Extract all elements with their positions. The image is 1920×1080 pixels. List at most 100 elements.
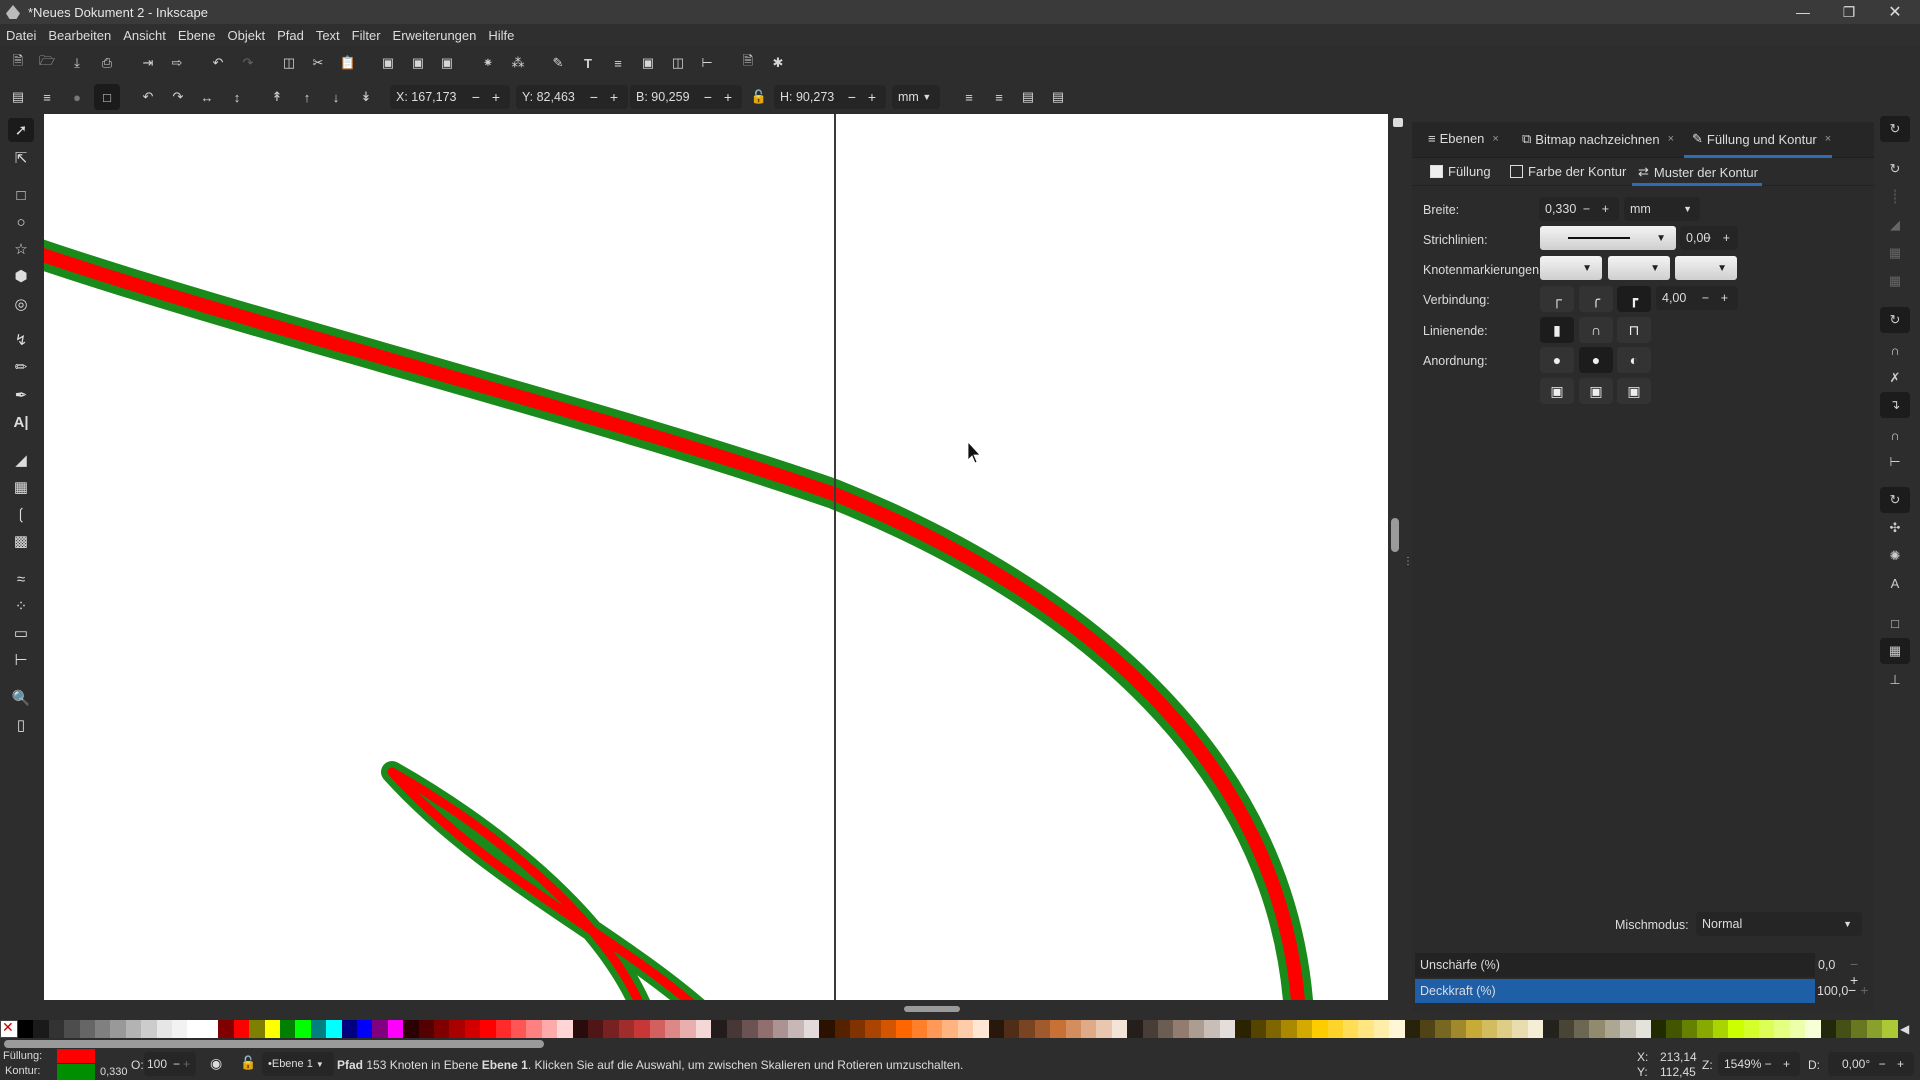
- color-swatch[interactable]: [1327, 1020, 1343, 1038]
- zoom-field[interactable]: 1549% − +: [1718, 1052, 1800, 1076]
- vertical-scroll-thumb[interactable]: [1391, 518, 1399, 552]
- color-swatch[interactable]: [141, 1020, 157, 1038]
- color-swatch[interactable]: [1866, 1020, 1883, 1038]
- color-swatch[interactable]: [1681, 1020, 1698, 1038]
- snap-toggle-icon[interactable]: ↻: [1880, 116, 1910, 142]
- color-swatch[interactable]: [634, 1020, 650, 1038]
- color-swatch[interactable]: [1188, 1020, 1205, 1038]
- subtab-muster-der-kontur[interactable]: ⇄ Muster der Kontur: [1638, 164, 1758, 180]
- color-swatch[interactable]: [1589, 1020, 1605, 1038]
- snap-path-intersection-icon[interactable]: ✗: [1880, 365, 1910, 391]
- color-swatch[interactable]: [1466, 1020, 1482, 1038]
- tweak-tool-icon[interactable]: ≈: [8, 567, 34, 591]
- import-icon[interactable]: ⇥: [137, 52, 159, 74]
- palette-menu-icon[interactable]: ◀: [1900, 1022, 1909, 1036]
- snap-text-baseline-icon[interactable]: A: [1880, 570, 1910, 596]
- close-tab-icon[interactable]: ×: [1492, 133, 1498, 145]
- color-swatch[interactable]: [1204, 1020, 1220, 1038]
- width-field[interactable]: B: 90,259 − +: [630, 85, 742, 109]
- minimize-button[interactable]: —: [1780, 0, 1826, 24]
- color-swatch[interactable]: [1127, 1020, 1143, 1038]
- y-coordinate-field[interactable]: Y: 82,463 − +: [516, 85, 628, 109]
- color-swatch[interactable]: [1512, 1020, 1528, 1038]
- node-tool-icon[interactable]: ⇱: [8, 146, 34, 170]
- color-swatch[interactable]: [1050, 1020, 1066, 1038]
- color-swatch[interactable]: [757, 1020, 773, 1038]
- menu-datei[interactable]: Datei: [6, 28, 36, 43]
- scroll-lock-icon[interactable]: [1393, 118, 1403, 127]
- transform-gradients-icon[interactable]: ▤: [1017, 86, 1039, 108]
- snap-page-border-icon[interactable]: □: [1880, 610, 1910, 636]
- rotate-cw-icon[interactable]: ↷: [167, 86, 189, 108]
- color-swatch[interactable]: [1342, 1020, 1359, 1038]
- x-value[interactable]: 167,173: [411, 90, 456, 104]
- stroke-width-indicator[interactable]: 0,330: [100, 1066, 128, 1078]
- color-swatch[interactable]: [1404, 1020, 1420, 1038]
- rotation-stepper[interactable]: − +: [1879, 1057, 1908, 1071]
- color-swatch[interactable]: [1789, 1020, 1806, 1038]
- ungroup-icon[interactable]: ⁂: [507, 52, 529, 74]
- dash-offset-stepper[interactable]: − +: [1704, 231, 1734, 245]
- color-swatch[interactable]: [48, 1020, 65, 1038]
- menu-erweiterungen[interactable]: Erweiterungen: [393, 28, 477, 43]
- color-swatch[interactable]: [326, 1020, 342, 1038]
- color-swatch[interactable]: [1882, 1020, 1898, 1038]
- 3d-box-tool-icon[interactable]: ⬢: [8, 264, 34, 288]
- color-swatch[interactable]: [1081, 1020, 1097, 1038]
- horizontal-scrollbar[interactable]: [44, 1000, 1388, 1018]
- color-swatch[interactable]: [495, 1020, 511, 1038]
- color-swatch[interactable]: [973, 1020, 989, 1038]
- color-swatch[interactable]: [1111, 1020, 1128, 1038]
- color-swatch[interactable]: [1835, 1020, 1852, 1038]
- dash-offset-field[interactable]: 0,00 − +: [1680, 226, 1738, 250]
- end-marker-select[interactable]: ▼: [1675, 256, 1737, 280]
- snap-rotation-center-icon[interactable]: ✺: [1880, 543, 1910, 569]
- x-coordinate-field[interactable]: X: 167,173 − +: [390, 85, 510, 109]
- color-swatch[interactable]: [249, 1020, 265, 1038]
- pencil-tool-icon[interactable]: ✏: [8, 355, 34, 379]
- blur-value[interactable]: 0,0: [1818, 958, 1835, 972]
- paint-order-stroke-markers-fill-button[interactable]: ▣: [1579, 378, 1613, 404]
- color-swatch[interactable]: [310, 1020, 327, 1038]
- snap-cusp-nodes-icon[interactable]: ∩: [1880, 337, 1910, 363]
- object-opacity-value[interactable]: 100: [147, 1057, 167, 1071]
- color-swatch[interactable]: [1173, 1020, 1189, 1038]
- color-swatch[interactable]: [557, 1020, 573, 1038]
- color-swatch[interactable]: [1851, 1020, 1867, 1038]
- square-cap-button[interactable]: ⊓: [1617, 317, 1651, 343]
- opacity-slider[interactable]: Deckkraft (%): [1415, 979, 1815, 1003]
- color-swatch[interactable]: [849, 1020, 866, 1038]
- color-swatch[interactable]: [1312, 1020, 1328, 1038]
- fill-stroke-icon[interactable]: ✎: [547, 52, 569, 74]
- redo-icon[interactable]: ↷: [237, 52, 259, 74]
- subtab-fuellung[interactable]: Füllung: [1430, 164, 1491, 179]
- color-swatch[interactable]: [95, 1020, 111, 1038]
- dropper-tool-icon[interactable]: ❲: [8, 502, 34, 526]
- print-icon[interactable]: ⎙: [96, 52, 118, 74]
- group-icon[interactable]: ⁕: [477, 52, 499, 74]
- color-swatch[interactable]: [1296, 1020, 1313, 1038]
- color-swatch[interactable]: [1620, 1020, 1636, 1038]
- color-swatch[interactable]: [1543, 1020, 1559, 1038]
- round-cap-button[interactable]: ∩: [1579, 317, 1613, 343]
- rectangle-tool-icon[interactable]: □: [8, 183, 34, 207]
- miter-join-button[interactable]: ┏: [1617, 286, 1651, 312]
- paint-order-stroke-fill-markers-button[interactable]: ●: [1579, 347, 1613, 373]
- blur-slider[interactable]: Unschärfe (%): [1415, 953, 1815, 977]
- flip-vertical-icon[interactable]: ↕: [226, 86, 248, 108]
- color-swatch[interactable]: [125, 1020, 142, 1038]
- stroke-unit-select[interactable]: mm ▼: [1624, 197, 1700, 221]
- color-swatch[interactable]: [942, 1020, 958, 1038]
- snap-nodes-icon[interactable]: ↻: [1880, 307, 1910, 333]
- menu-filter[interactable]: Filter: [352, 28, 381, 43]
- color-swatch[interactable]: [1712, 1020, 1729, 1038]
- spiral-tool-icon[interactable]: ◎: [8, 292, 34, 316]
- open-document-icon[interactable]: 🗁: [36, 52, 58, 74]
- color-swatch[interactable]: [64, 1020, 80, 1038]
- color-swatch[interactable]: [1265, 1020, 1282, 1038]
- color-swatch[interactable]: [1034, 1020, 1051, 1038]
- color-swatch[interactable]: [480, 1020, 496, 1038]
- no-paint-swatch[interactable]: ✕: [0, 1019, 18, 1038]
- color-swatch[interactable]: [1419, 1020, 1436, 1038]
- menu-objekt[interactable]: Objekt: [227, 28, 265, 43]
